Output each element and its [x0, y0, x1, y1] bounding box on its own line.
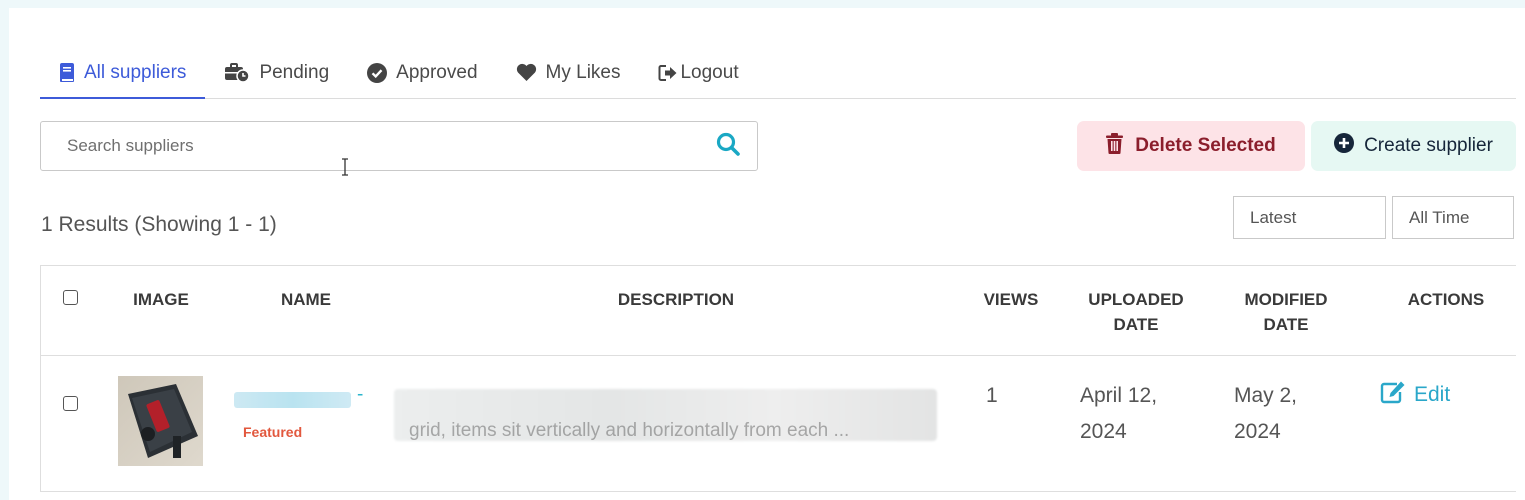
- book-icon: [59, 62, 75, 83]
- suppliers-table: IMAGE NAME DESCRIPTION VIEWS UPLOADED DA…: [40, 265, 1516, 492]
- header-uploaded-line1: UPLOADED: [1088, 290, 1184, 309]
- header-actions: ACTIONS: [1407, 290, 1485, 309]
- supplier-name-redacted[interactable]: [234, 392, 351, 408]
- results-count: 1 Results (Showing 1 - 1): [41, 213, 277, 236]
- edit-button[interactable]: Edit: [1380, 380, 1450, 410]
- modified-date-line1: May 2,: [1234, 384, 1298, 407]
- featured-badge: Featured: [243, 424, 303, 440]
- views-count: 1: [986, 384, 998, 407]
- edit-icon: [1380, 380, 1406, 410]
- header-modified-line2: DATE: [1263, 315, 1309, 334]
- tab-logout[interactable]: Logout: [639, 47, 757, 98]
- uploaded-date: April 12, 2024: [1080, 378, 1157, 450]
- tab-label: Logout: [680, 61, 739, 83]
- briefcase-clock-icon: [224, 62, 251, 83]
- supplier-description: grid, items sit vertically and horizonta…: [409, 420, 850, 441]
- header-uploaded-date: UPLOADED DATE: [1081, 287, 1191, 337]
- header-name: NAME: [280, 290, 332, 309]
- select-all-checkbox[interactable]: [63, 290, 78, 305]
- time-filter-select[interactable]: All Time: [1392, 196, 1514, 239]
- uploaded-date-line2: 2024: [1080, 420, 1127, 443]
- table-header: IMAGE NAME DESCRIPTION VIEWS UPLOADED DA…: [41, 266, 1516, 356]
- edit-label: Edit: [1414, 383, 1451, 406]
- supplier-thumbnail[interactable]: [118, 376, 203, 466]
- tab-label: All suppliers: [84, 61, 187, 83]
- supplier-name-suffix[interactable]: -: [357, 384, 363, 406]
- header-image: IMAGE: [133, 290, 189, 309]
- tab-all-suppliers[interactable]: All suppliers: [40, 47, 206, 99]
- tab-approved[interactable]: Approved: [348, 47, 496, 98]
- modified-date: May 2, 2024: [1234, 378, 1297, 450]
- header-views: VIEWS: [983, 290, 1039, 309]
- tab-bar: All suppliers Pending Approved My Likes …: [40, 47, 1516, 99]
- delete-selected-label: Delete Selected: [1135, 135, 1276, 156]
- uploaded-date-line1: April 12,: [1080, 384, 1158, 407]
- create-supplier-button[interactable]: Create supplier: [1311, 121, 1516, 171]
- search-input[interactable]: [41, 122, 715, 170]
- heart-icon: [516, 63, 537, 82]
- delete-selected-button[interactable]: Delete Selected: [1077, 121, 1305, 171]
- tab-label: Pending: [259, 61, 330, 83]
- text-cursor-icon: [342, 158, 348, 176]
- sort-select[interactable]: Latest: [1233, 196, 1386, 239]
- trash-icon: [1106, 132, 1124, 160]
- tab-my-likes[interactable]: My Likes: [497, 47, 640, 98]
- tab-label: My Likes: [545, 61, 621, 83]
- header-modified-line1: MODIFIED: [1244, 290, 1328, 309]
- tab-label: Approved: [396, 61, 478, 83]
- logout-icon: [658, 64, 678, 82]
- modified-date-line2: 2024: [1234, 420, 1281, 443]
- header-modified-date: MODIFIED DATE: [1236, 287, 1336, 337]
- header-description: DESCRIPTION: [617, 290, 735, 309]
- create-supplier-label: Create supplier: [1364, 135, 1493, 156]
- check-circle-icon: [367, 62, 388, 83]
- header-uploaded-line2: DATE: [1113, 315, 1159, 334]
- row-checkbox[interactable]: [63, 396, 78, 411]
- tab-pending[interactable]: Pending: [205, 47, 348, 98]
- table-row: - Featured grid, items sit vertically an…: [41, 356, 1516, 493]
- search-icon[interactable]: [715, 131, 757, 162]
- plus-circle-icon: [1334, 133, 1355, 159]
- search-box: [40, 121, 758, 171]
